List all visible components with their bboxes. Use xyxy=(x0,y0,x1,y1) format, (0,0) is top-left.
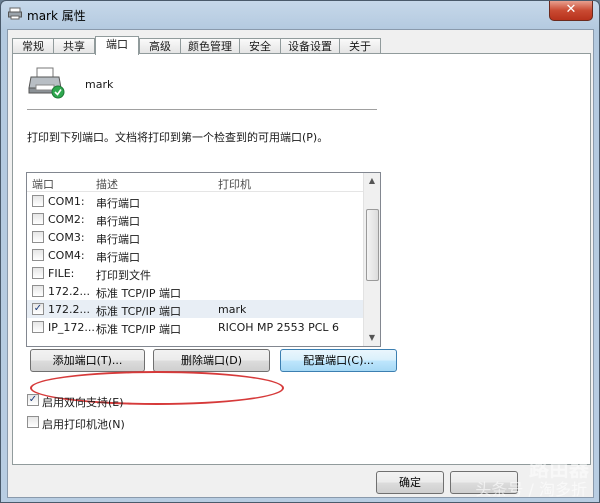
column-header-description[interactable]: 描述 xyxy=(96,176,118,192)
port-name: FILE: xyxy=(48,267,75,280)
port-desc: 串行端口 xyxy=(96,215,140,228)
watermark-caption: 头条号 / 淘多折 xyxy=(475,480,587,499)
close-button[interactable]: ✕ xyxy=(549,1,593,21)
column-header-printer[interactable]: 打印机 xyxy=(218,176,251,192)
vertical-scrollbar[interactable]: ▲ ▼ xyxy=(363,173,380,346)
port-row[interactable]: IP_172... 标准 TCP/IP 端口 RICOH MP 2553 PCL… xyxy=(27,318,363,336)
port-name: IP_172... xyxy=(48,321,95,334)
dialog-client: 常规 共享 端口 高级 颜色管理 安全 设备设置 关于 mark 打印到下列端口… xyxy=(7,29,594,498)
add-port-button[interactable]: 添加端口(T)... xyxy=(30,349,145,372)
bidirectional-checkbox[interactable]: ✓ xyxy=(27,394,39,406)
port-checkbox[interactable] xyxy=(32,267,44,279)
tab-sharing[interactable]: 共享 xyxy=(53,38,95,54)
scroll-up-icon[interactable]: ▲ xyxy=(364,173,380,189)
close-icon: ✕ xyxy=(565,2,577,17)
bidirectional-label: 启用双向支持(E) xyxy=(42,396,124,409)
port-row[interactable]: COM3: 串行端口 xyxy=(27,228,363,246)
list-header: 端口 描述 打印机 xyxy=(27,173,363,192)
properties-window: mark 属性 ✕ 常规 共享 端口 高级 颜色管理 安全 设备设置 关于 ma… xyxy=(0,0,600,503)
port-list[interactable]: 端口 描述 打印机 COM1: 串行端口 COM2: 串行端口 COM3: 串行… xyxy=(26,172,381,347)
port-name: COM4: xyxy=(48,249,85,262)
window-title: mark 属性 xyxy=(27,9,86,23)
port-desc: 串行端口 xyxy=(96,251,140,264)
port-checkbox[interactable] xyxy=(32,213,44,225)
divider xyxy=(27,109,377,110)
tab-about[interactable]: 关于 xyxy=(339,38,381,54)
port-row[interactable]: COM4: 串行端口 xyxy=(27,246,363,264)
port-row-selected[interactable]: ✓ 172.2... 标准 TCP/IP 端口 mark xyxy=(27,300,363,318)
port-description: 打印到下列端口。文档将打印到第一个检查到的可用端口(P)。 xyxy=(27,131,329,144)
title-bar[interactable]: mark 属性 ✕ xyxy=(1,1,599,27)
port-name: 172.2... xyxy=(48,303,90,316)
pooling-checkbox[interactable] xyxy=(27,416,39,428)
configure-port-button[interactable]: 配置端口(C)... xyxy=(280,349,397,372)
port-printer: RICOH MP 2553 PCL 6 xyxy=(218,321,340,334)
port-checkbox[interactable] xyxy=(32,249,44,261)
port-row[interactable]: COM1: 串行端口 xyxy=(27,192,363,210)
ok-button[interactable]: 确定 xyxy=(376,471,444,494)
port-checkbox[interactable] xyxy=(32,231,44,243)
port-checkbox-checked[interactable]: ✓ xyxy=(32,303,44,315)
port-name: 172.2... xyxy=(48,285,90,298)
port-desc: 标准 TCP/IP 端口 xyxy=(96,305,181,318)
ports-panel: mark 打印到下列端口。文档将打印到第一个检查到的可用端口(P)。 端口 描述… xyxy=(12,53,591,465)
port-row[interactable]: 172.2... 标准 TCP/IP 端口 xyxy=(27,282,363,300)
port-printer: mark xyxy=(218,303,247,316)
port-row[interactable]: FILE: 打印到文件 xyxy=(27,264,363,282)
port-desc: 标准 TCP/IP 端口 xyxy=(96,287,181,300)
scroll-down-icon[interactable]: ▼ xyxy=(364,330,380,346)
port-checkbox[interactable] xyxy=(32,321,44,333)
scroll-thumb[interactable] xyxy=(366,209,379,281)
tab-general[interactable]: 常规 xyxy=(12,38,54,54)
printer-icon xyxy=(28,67,65,99)
port-desc: 打印到文件 xyxy=(96,269,151,282)
port-name: COM1: xyxy=(48,195,85,208)
port-checkbox[interactable] xyxy=(32,285,44,297)
printer-title-icon xyxy=(8,7,22,20)
port-desc: 串行端口 xyxy=(96,197,140,210)
port-name: COM3: xyxy=(48,231,85,244)
column-header-port[interactable]: 端口 xyxy=(32,176,54,192)
pooling-label: 启用打印机池(N) xyxy=(42,418,125,431)
tab-color-management[interactable]: 颜色管理 xyxy=(180,38,240,54)
tab-advanced[interactable]: 高级 xyxy=(139,38,181,54)
tab-device-settings[interactable]: 设备设置 xyxy=(280,38,340,54)
port-checkbox[interactable] xyxy=(32,195,44,207)
port-desc: 标准 TCP/IP 端口 xyxy=(96,323,181,336)
port-name: COM2: xyxy=(48,213,85,226)
delete-port-button[interactable]: 删除端口(D) xyxy=(153,349,270,372)
tab-security[interactable]: 安全 xyxy=(239,38,281,54)
port-desc: 串行端口 xyxy=(96,233,140,246)
printer-name: mark xyxy=(85,78,114,91)
tab-ports[interactable]: 端口 xyxy=(95,36,139,55)
port-row[interactable]: COM2: 串行端口 xyxy=(27,210,363,228)
